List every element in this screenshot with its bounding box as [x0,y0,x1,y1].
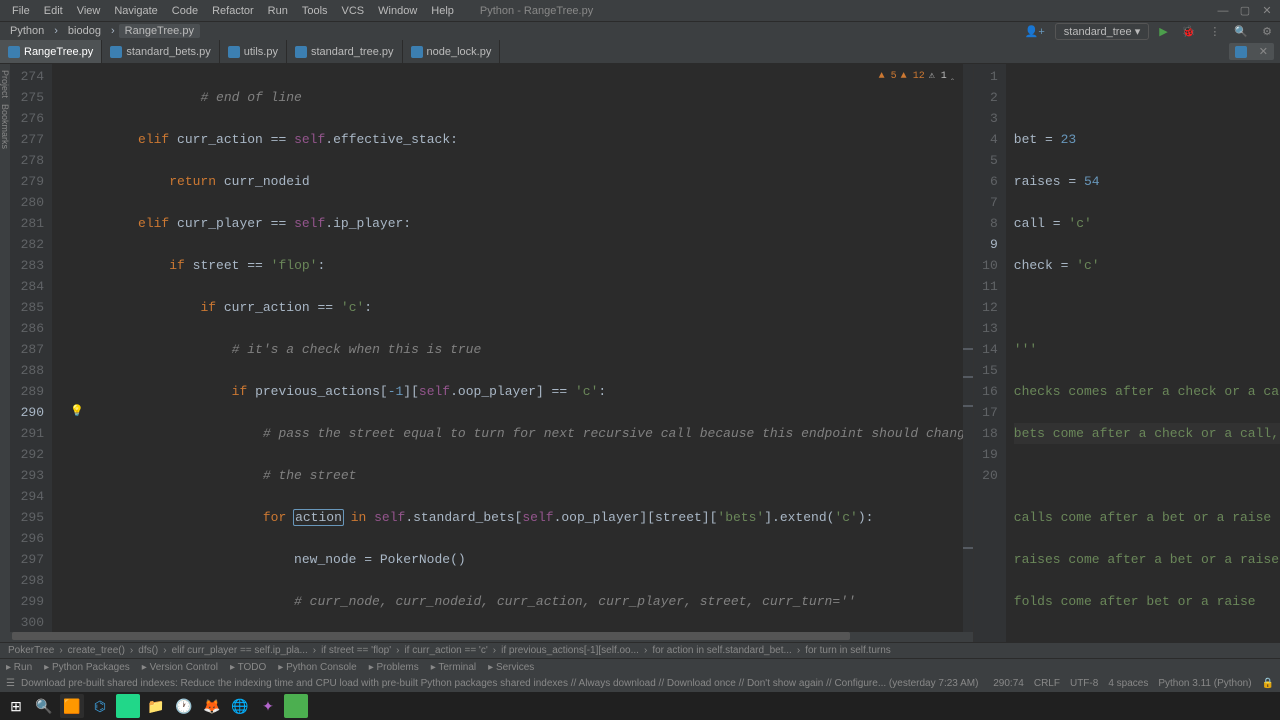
breadcrumb-item[interactable]: if street == 'flop' [317,645,395,656]
close-icon[interactable]: ✕ [1260,4,1274,18]
app3-icon[interactable] [284,694,308,718]
breadcrumb[interactable]: PokerTree›create_tree()›dfs()›elif curr_… [0,642,1280,658]
indent[interactable]: 4 spaces [1108,678,1148,689]
run-config-selector[interactable]: standard_tree ▾ [1055,23,1149,40]
more-run-icon[interactable]: ⋮ [1205,24,1224,39]
menu-tools[interactable]: Tools [296,3,334,19]
nav-folder[interactable]: biodog [62,24,107,38]
menu-window[interactable]: Window [372,3,423,19]
tab-node-lock[interactable]: node_lock.py [403,40,501,63]
tool-project[interactable]: Project [0,70,10,98]
menu-edit[interactable]: Edit [38,3,69,19]
search-everywhere-icon[interactable]: 🔍 [1230,24,1252,39]
breadcrumb-item[interactable]: if previous_actions[-1][self.oo... [497,645,643,656]
window-title: Python - RangeTree.py [480,5,593,17]
breadcrumb-item[interactable]: elif curr_player == self.ip_pla... [168,645,312,656]
menu-run[interactable]: Run [262,3,294,19]
main-menu: File Edit View Navigate Code Refactor Ru… [6,3,460,19]
pycharm-icon[interactable] [116,694,140,718]
gutter-left[interactable]: 2742752762772782792802812822832842852862… [10,64,52,632]
menu-help[interactable]: Help [425,3,460,19]
start-icon[interactable]: ⊞ [4,694,28,718]
line-separator[interactable]: CRLF [1034,678,1060,689]
tool-window-run[interactable]: ▸ Run [6,662,32,673]
add-user-icon[interactable]: 👤+ [1021,24,1049,39]
tool-window-services[interactable]: ▸ Services [488,662,534,673]
tab-standard-bets[interactable]: standard_bets.py [102,40,219,63]
menu-file[interactable]: File [6,3,36,19]
search-icon[interactable]: 🔍 [32,694,56,718]
settings-icon[interactable]: ⚙ [1258,24,1276,39]
tab-rangetree[interactable]: RangeTree.py [0,40,102,63]
tool-window-todo[interactable]: ▸ TODO [230,662,266,673]
run-icon[interactable]: ▶ [1155,24,1171,39]
vscode-icon[interactable]: ⌬ [88,694,112,718]
encoding[interactable]: UTF-8 [1070,678,1098,689]
windows-taskbar: ⊞ 🔍 🟧 ⌬ 📁 🕐 🦊 🌐 ✦ [0,692,1280,720]
python-file-icon [1235,46,1247,58]
app-icon[interactable]: 🟧 [60,694,84,718]
horizontal-scrollbar[interactable] [10,632,973,642]
tool-window-bar: ▸ Run ▸ Python Packages ▸ Version Control ▸… [0,658,1280,675]
app2-icon[interactable]: ✦ [256,694,280,718]
menu-vcs[interactable]: VCS [336,3,371,19]
tool-window-python-console[interactable]: ▸ Python Console [278,662,356,673]
error-stripe[interactable] [963,64,973,632]
lock-icon[interactable]: 🔒 [1262,678,1274,689]
menu-navigate[interactable]: Navigate [108,3,163,19]
menu-view[interactable]: View [71,3,107,19]
tool-window-version-control[interactable]: ▸ Version Control [142,662,218,673]
python-file-icon [228,46,240,58]
maximize-icon[interactable]: ▢ [1238,4,1252,18]
python-file-icon [411,46,423,58]
right-split-tab[interactable]: ✕ [1229,43,1274,60]
caret-position[interactable]: 290:74 [993,678,1024,689]
clock-icon[interactable]: 🕐 [172,694,196,718]
breadcrumb-item[interactable]: for action in self.standard_bet... [648,645,796,656]
inspections-widget[interactable]: ▲ 5 ▲ 12 ⚠ 1 ꞈ ˅ [879,66,969,87]
firefox-icon[interactable]: 🦊 [200,694,224,718]
intention-bulb-icon[interactable]: 💡 [70,402,84,423]
tool-bookmarks[interactable]: Bookmarks [0,104,10,149]
editor-secondary[interactable]: 1234567891011121314151617181920 bet = 23… [974,64,1280,642]
debug-icon[interactable]: 🐞 [1178,24,1200,39]
minimize-icon[interactable]: — [1216,4,1230,18]
menu-code[interactable]: Code [166,3,204,19]
breadcrumb-item[interactable]: create_tree() [64,645,129,656]
python-file-icon [8,46,20,58]
python-file-icon [110,46,122,58]
tool-window-problems[interactable]: ▸ Problems [369,662,419,673]
editor-main[interactable]: 2742752762772782792802812822832842852862… [10,64,973,632]
nav-file[interactable]: RangeTree.py [119,24,200,38]
status-icon[interactable]: ☰ [6,678,15,689]
tab-utils[interactable]: utils.py [220,40,287,63]
status-message[interactable]: Download pre-built shared indexes: Reduc… [21,678,978,689]
tool-window-terminal[interactable]: ▸ Terminal [431,662,476,673]
explorer-icon[interactable]: 📁 [144,694,168,718]
breadcrumb-item[interactable]: PokerTree [4,645,58,656]
interpreter[interactable]: Python 3.11 (Python) [1158,678,1251,689]
python-file-icon [295,46,307,58]
breadcrumb-item[interactable]: for turn in self.turns [801,645,895,656]
menu-refactor[interactable]: Refactor [206,3,260,19]
nav-root[interactable]: Python [4,24,50,38]
breadcrumb-item[interactable]: if curr_action == 'c' [400,645,491,656]
chrome-icon[interactable]: 🌐 [228,694,252,718]
close-tab-icon[interactable]: ✕ [1259,45,1268,58]
gutter-right[interactable]: 1234567891011121314151617181920 [974,64,1006,642]
tool-window-python-packages[interactable]: ▸ Python Packages [44,662,130,673]
breadcrumb-item[interactable]: dfs() [134,645,162,656]
tab-standard-tree[interactable]: standard_tree.py [287,40,403,63]
